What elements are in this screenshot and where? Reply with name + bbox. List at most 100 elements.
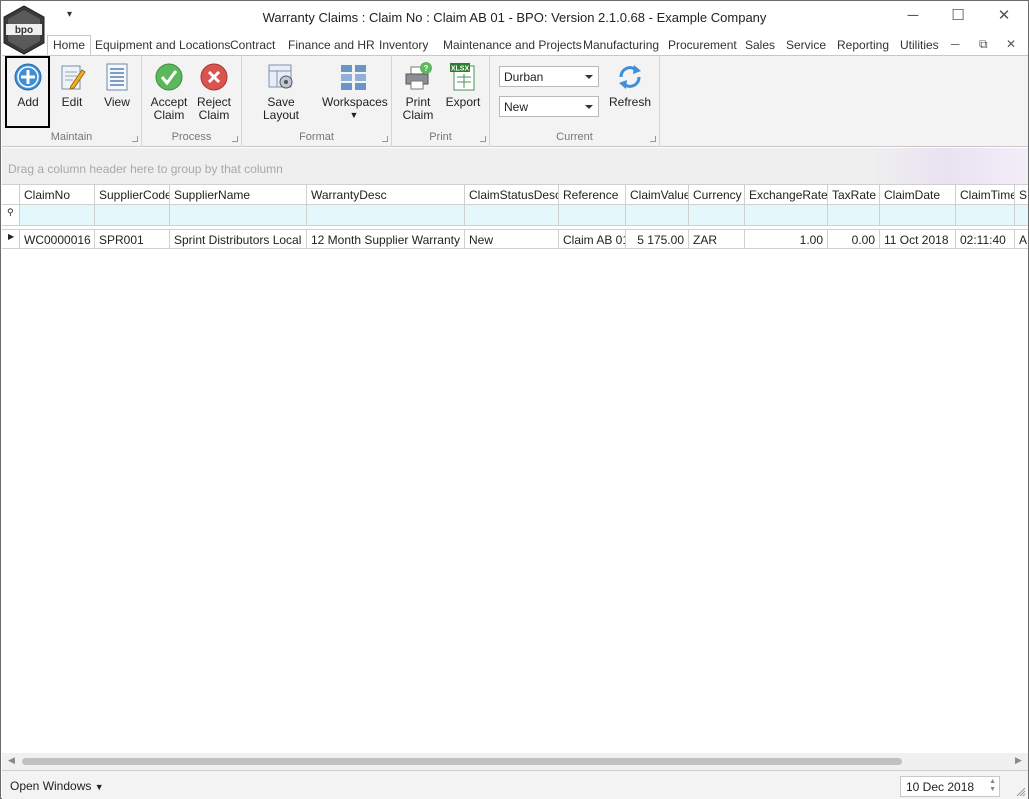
refresh-button[interactable]: Refresh xyxy=(606,58,654,109)
filter-s[interactable] xyxy=(1015,205,1028,225)
printer-icon: ? xyxy=(405,62,432,90)
site-select[interactable]: Durban xyxy=(499,66,599,87)
cell-exchangerate[interactable]: 1.00 xyxy=(745,230,828,248)
column-header-suppliercode[interactable]: SupplierCode xyxy=(95,185,170,204)
column-header-reference[interactable]: Reference xyxy=(559,185,626,204)
filter-warrantydesc[interactable] xyxy=(307,205,465,225)
group-by-panel[interactable]: Drag a column header here to group by th… xyxy=(2,148,1028,184)
tab-contract[interactable]: Contract xyxy=(230,36,275,55)
date-value: 10 Dec 2018 xyxy=(906,780,975,794)
tab-equipment-and-locations[interactable]: Equipment and Locations xyxy=(95,36,230,55)
save-layout-button[interactable]: Save Layout xyxy=(248,58,314,122)
column-header-warrantydesc[interactable]: WarrantyDesc xyxy=(307,185,465,204)
tab-service[interactable]: Service xyxy=(786,36,826,55)
filter-claimno[interactable] xyxy=(20,205,95,225)
process-launcher-icon[interactable] xyxy=(232,136,238,142)
export-button[interactable]: XLSX Export xyxy=(442,58,484,109)
cell-claimdate[interactable]: 11 Oct 2018 xyxy=(880,230,956,248)
filter-currency[interactable] xyxy=(689,205,745,225)
row-indicator-header xyxy=(2,185,20,204)
filter-claimtime[interactable] xyxy=(956,205,1015,225)
filter-suppliername[interactable] xyxy=(170,205,307,225)
minimize-icon[interactable]: ─ xyxy=(898,7,928,27)
tab-inventory[interactable]: Inventory xyxy=(379,36,428,55)
status-select-chevron-down-icon[interactable] xyxy=(585,105,593,109)
column-header-currency[interactable]: Currency xyxy=(689,185,745,204)
edit-button[interactable]: Edit xyxy=(53,58,91,109)
cell-s[interactable]: A xyxy=(1015,230,1028,248)
filter-reference[interactable] xyxy=(559,205,626,225)
cell-suppliercode[interactable]: SPR001 xyxy=(95,230,170,248)
cell-taxrate[interactable]: 0.00 xyxy=(828,230,880,248)
filter-claimdate[interactable] xyxy=(880,205,956,225)
cell-currency[interactable]: ZAR xyxy=(689,230,745,248)
column-header-taxrate[interactable]: TaxRate xyxy=(828,185,880,204)
current-launcher-icon[interactable] xyxy=(650,136,656,142)
filter-claimvalue[interactable] xyxy=(626,205,689,225)
column-header-claimstatusdesc[interactable]: ClaimStatusDesc xyxy=(465,185,559,204)
cell-warrantydesc[interactable]: 12 Month Supplier Warranty xyxy=(307,230,465,248)
group-label-process: Process xyxy=(171,131,212,143)
filter-claimstatusdesc[interactable] xyxy=(465,205,559,225)
workspaces-button[interactable]: Workspaces ▼ xyxy=(322,58,388,122)
view-button[interactable]: View xyxy=(98,58,136,109)
print-launcher-icon[interactable] xyxy=(480,136,486,142)
scroll-left-icon[interactable]: ◀ xyxy=(8,755,15,766)
column-header-claimvalue[interactable]: ClaimValue xyxy=(626,185,689,204)
scrollbar-thumb[interactable] xyxy=(22,758,902,765)
mdi-restore-icon[interactable]: ⧉ xyxy=(979,37,988,52)
open-windows-label: Open Windows xyxy=(10,779,92,793)
row-selector-icon[interactable]: ▶ xyxy=(2,230,20,248)
filter-exchangerate[interactable] xyxy=(745,205,828,225)
cell-suppliername[interactable]: Sprint Distributors Local xyxy=(170,230,307,248)
tab-finance-and-hr[interactable]: Finance and HR xyxy=(288,36,375,55)
filter-taxrate[interactable] xyxy=(828,205,880,225)
column-header-claimdate[interactable]: ClaimDate xyxy=(880,185,956,204)
accept-claim-button[interactable]: Accept Claim xyxy=(148,58,190,122)
maximize-icon[interactable]: ☐ xyxy=(943,7,973,27)
mdi-minimize-icon[interactable]: ─ xyxy=(951,37,960,51)
tab-sales[interactable]: Sales xyxy=(745,36,775,55)
add-button-highlight xyxy=(5,56,50,128)
column-header-claimtime[interactable]: ClaimTime xyxy=(956,185,1015,204)
column-header-exchangerate[interactable]: ExchangeRate xyxy=(745,185,828,204)
tab-reporting[interactable]: Reporting xyxy=(837,36,889,55)
tab-home[interactable]: Home xyxy=(47,35,92,56)
maintain-launcher-icon[interactable] xyxy=(132,136,138,142)
cell-claimvalue[interactable]: 5 175.00 xyxy=(626,230,689,248)
status-select[interactable]: New xyxy=(499,96,599,117)
print-claim-button[interactable]: ? Print Claim xyxy=(398,58,438,122)
cell-claimtime[interactable]: 02:11:40 xyxy=(956,230,1015,248)
edit-label: Edit xyxy=(61,95,83,109)
filter-suppliercode[interactable] xyxy=(95,205,170,225)
accept-claim-label-2: Claim xyxy=(153,108,185,122)
cell-claimno[interactable]: WC0000016 xyxy=(20,230,95,248)
date-field[interactable]: 10 Dec 2018 ▲ ▼ xyxy=(900,776,1000,797)
reject-icon xyxy=(200,63,228,91)
cell-claimstatusdesc[interactable]: New xyxy=(465,230,559,248)
tab-manufacturing[interactable]: Manufacturing xyxy=(583,36,659,55)
table-row[interactable]: ▶ WC0000016 SPR001 Sprint Distributors L… xyxy=(2,229,1028,249)
workspaces-label: Workspaces xyxy=(322,95,388,109)
date-spinner-icon[interactable]: ▲ ▼ xyxy=(989,778,996,794)
save-layout-icon xyxy=(268,64,293,89)
reject-claim-button[interactable]: Reject Claim xyxy=(193,58,235,122)
grid-header-row: ClaimNo SupplierCode SupplierName Warran… xyxy=(2,184,1028,205)
tab-utilities[interactable]: Utilities xyxy=(900,36,939,55)
tab-procurement[interactable]: Procurement xyxy=(668,36,737,55)
scroll-right-icon[interactable]: ▶ xyxy=(1015,755,1022,766)
column-header-s[interactable]: S xyxy=(1015,185,1028,204)
tab-maintenance-and-projects[interactable]: Maintenance and Projects xyxy=(443,36,582,55)
column-header-suppliername[interactable]: SupplierName xyxy=(170,185,307,204)
bpo-logo[interactable]: bpo xyxy=(2,5,46,55)
format-launcher-icon[interactable] xyxy=(382,136,388,142)
group-by-hint: Drag a column header here to group by th… xyxy=(8,162,283,176)
site-select-chevron-down-icon[interactable] xyxy=(585,75,593,79)
open-windows-button[interactable]: Open Windows ▼ xyxy=(10,779,104,793)
close-icon[interactable]: ✕ xyxy=(989,7,1019,27)
horizontal-scrollbar[interactable]: ◀ ▶ xyxy=(2,753,1028,770)
column-header-claimno[interactable]: ClaimNo xyxy=(20,185,95,204)
resize-grip-icon[interactable] xyxy=(1015,786,1025,796)
mdi-close-icon[interactable]: ✕ xyxy=(1006,37,1016,51)
cell-reference[interactable]: Claim AB 01 xyxy=(559,230,626,248)
